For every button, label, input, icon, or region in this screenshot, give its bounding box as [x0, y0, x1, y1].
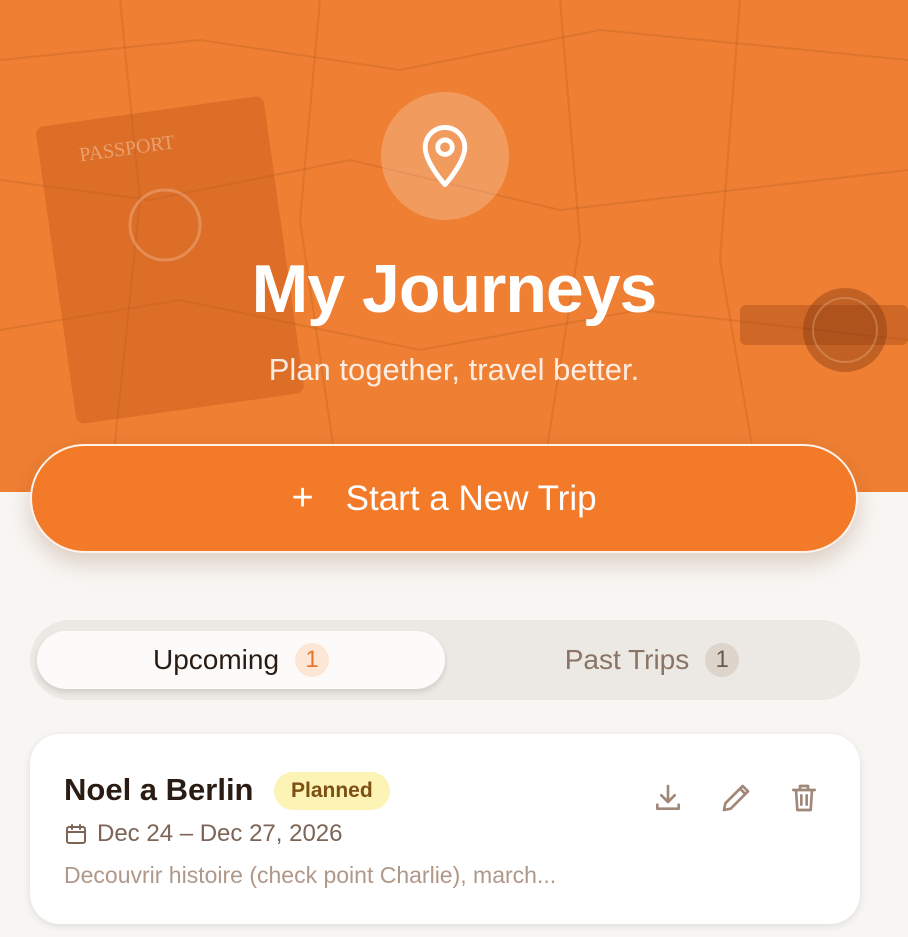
map-background-image: PASSPORT: [0, 0, 908, 492]
page-subtitle: Plan together, travel better.: [268, 352, 640, 387]
download-icon[interactable]: [652, 782, 684, 814]
tab-upcoming[interactable]: Upcoming 1: [37, 631, 445, 689]
trip-dates: Dec 24 – Dec 27, 2026: [64, 820, 343, 848]
edit-pencil-icon[interactable]: [720, 782, 752, 814]
tab-past-trips-label: Past Trips: [564, 644, 690, 675]
status-badge: Planned: [274, 772, 390, 810]
trip-card[interactable]: Noel a Berlin Planned Dec 24 – Dec 27, 2…: [30, 734, 860, 924]
trip-description: Decouvrir histoire (check point Charlie)…: [64, 862, 557, 888]
trip-name: Noel a Berlin: [64, 772, 254, 807]
trash-icon[interactable]: [788, 782, 820, 814]
trip-tabs: Upcoming 1 Past Trips 1: [30, 620, 860, 700]
map-pin-icon: [422, 125, 468, 188]
tab-past-trips-count: 1: [705, 643, 740, 677]
hero-banner: PASSPORT My Journeys Plan together, trav…: [0, 0, 908, 492]
trip-dates-text: Dec 24 – Dec 27, 2026: [97, 820, 343, 847]
calendar-icon: [66, 824, 86, 844]
tab-upcoming-label: Upcoming: [152, 644, 280, 675]
trip-actions: [652, 782, 820, 814]
tab-upcoming-count: 1: [295, 643, 330, 677]
map-pin-badge: [381, 92, 509, 220]
plus-icon: +: [291, 477, 314, 519]
tab-past-trips[interactable]: Past Trips 1: [448, 631, 856, 689]
start-new-trip-button[interactable]: + Start a New Trip: [30, 444, 858, 553]
start-new-trip-label: Start a New Trip: [345, 478, 597, 518]
page-title: My Journeys: [251, 251, 658, 327]
